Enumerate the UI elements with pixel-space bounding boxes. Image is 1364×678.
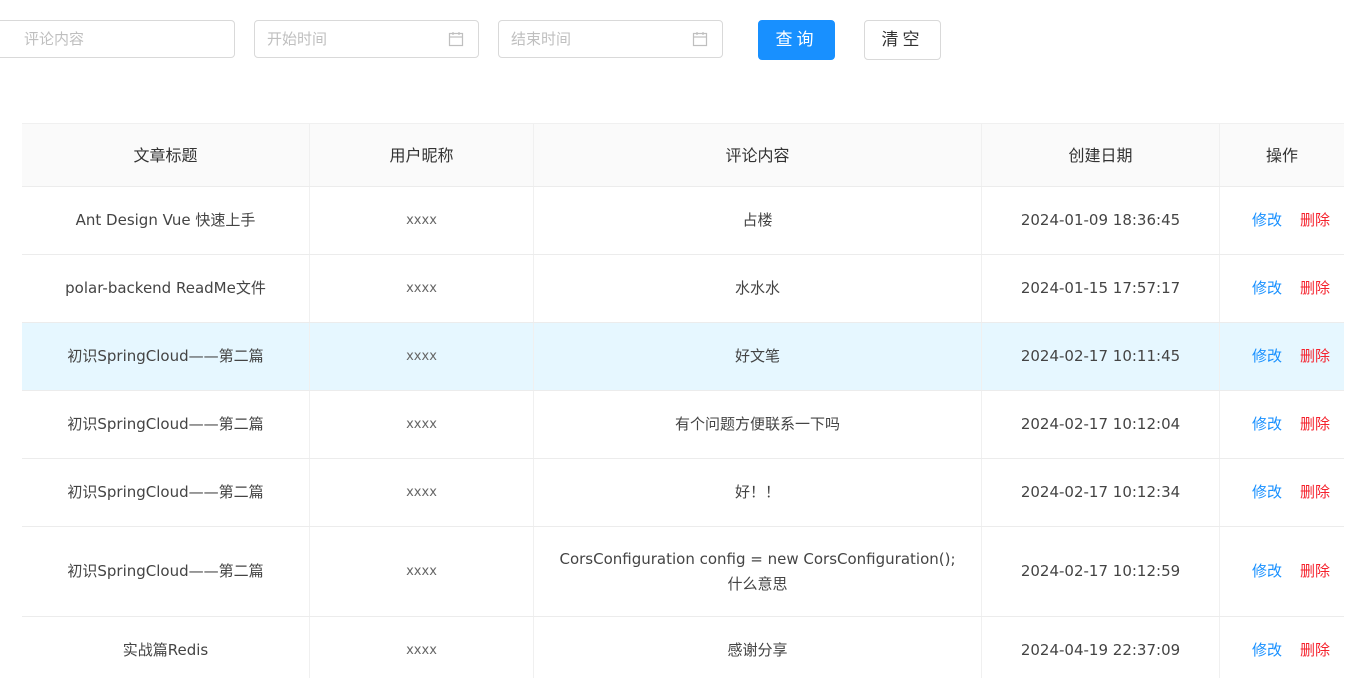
created-date-cell: 2024-02-17 10:12:59 [982,527,1220,616]
comment-management-page: 查询 清空 文章标题 用户昵称 评论内容 创建日期 操作 Ant Design … [0,0,1364,678]
start-time-input[interactable] [267,21,440,57]
actions-cell: 修改 删除 [1220,459,1344,526]
search-bar: 查询 清空 [0,20,1364,60]
created-date-cell: 2024-01-15 17:57:17 [982,255,1220,322]
edit-link[interactable]: 修改 [1252,276,1282,301]
nickname-cell: xxxx [310,617,534,678]
calendar-icon [692,32,708,47]
table-header: 文章标题 用户昵称 评论内容 创建日期 操作 [22,123,1344,187]
edit-link[interactable]: 修改 [1252,412,1282,437]
nickname-cell: xxxx [310,255,534,322]
table-row[interactable]: 初识SpringCloud——第二篇 xxxx 有个问题方便联系一下吗 2024… [22,391,1344,459]
article-title-cell: Ant Design Vue 快速上手 [22,187,310,254]
header-actions: 操作 [1265,145,1298,165]
edit-link[interactable]: 修改 [1252,638,1282,663]
nickname-cell: xxxx [310,527,534,616]
calendar-icon [448,32,464,47]
header-created-date: 创建日期 [982,124,1220,186]
article-title-cell: 实战篇Redis [22,617,310,678]
comment-cell: 好文笔 [534,323,982,390]
article-title-cell: 初识SpringCloud——第二篇 [22,391,310,458]
nickname-cell: xxxx [310,323,534,390]
actions-cell: 修改 删除 [1220,255,1344,322]
article-title-cell: 初识SpringCloud——第二篇 [22,459,310,526]
edit-link[interactable]: 修改 [1252,208,1282,233]
comment-line: CorsConfiguration config = new CorsConfi… [559,549,956,568]
article-title-cell: 初识SpringCloud——第二篇 [22,323,310,390]
start-time-picker[interactable] [254,20,479,58]
table-row[interactable]: 实战篇Redis xxxx 感谢分享 2024-04-19 22:37:09 修… [22,617,1344,678]
end-time-picker[interactable] [498,20,723,58]
created-date-cell: 2024-04-19 22:37:09 [982,617,1220,678]
delete-link[interactable]: 删除 [1300,344,1330,369]
created-date-cell: 2024-02-17 10:11:45 [982,323,1220,390]
edit-link[interactable]: 修改 [1252,344,1282,369]
article-title-cell: 初识SpringCloud——第二篇 [22,527,310,616]
delete-link[interactable]: 删除 [1300,559,1330,584]
end-time-input[interactable] [511,21,684,57]
comment-cell: 有个问题方便联系一下吗 [534,391,982,458]
comment-cell: 感谢分享 [534,617,982,678]
comments-table: 文章标题 用户昵称 评论内容 创建日期 操作 Ant Design Vue 快速… [22,123,1344,678]
delete-link[interactable]: 删除 [1300,208,1330,233]
delete-link[interactable]: 删除 [1300,412,1330,437]
header-comment-content: 评论内容 [534,124,982,186]
edit-link[interactable]: 修改 [1252,559,1282,584]
comment-cell: 水水水 [534,255,982,322]
comment-search-field[interactable] [0,20,235,58]
table-row-selected[interactable]: 初识SpringCloud——第二篇 xxxx 好文笔 2024-02-17 1… [22,323,1344,391]
comment-cell: 好！！ [534,459,982,526]
table-row[interactable]: 初识SpringCloud——第二篇 xxxx 好！！ 2024-02-17 1… [22,459,1344,527]
delete-link[interactable]: 删除 [1300,638,1330,663]
delete-link[interactable]: 删除 [1300,276,1330,301]
clear-button[interactable]: 清空 [864,20,941,60]
table-row[interactable]: Ant Design Vue 快速上手 xxxx 占楼 2024-01-09 1… [22,187,1344,255]
comment-line: 什么意思 [727,574,788,593]
created-date-cell: 2024-02-17 10:12:04 [982,391,1220,458]
comment-cell: CorsConfiguration config = new CorsConfi… [534,527,982,616]
comment-search-input[interactable] [24,21,217,57]
edit-link[interactable]: 修改 [1252,480,1282,505]
nickname-cell: xxxx [310,187,534,254]
actions-cell: 修改 删除 [1220,323,1344,390]
created-date-cell: 2024-02-17 10:12:34 [982,459,1220,526]
actions-cell: 修改 删除 [1220,391,1344,458]
comment-cell: 占楼 [534,187,982,254]
actions-cell: 修改 删除 [1220,187,1344,254]
table-row[interactable]: polar-backend ReadMe文件 xxxx 水水水 2024-01-… [22,255,1344,323]
nickname-cell: xxxx [310,459,534,526]
table-row[interactable]: 初识SpringCloud——第二篇 xxxx CorsConfiguratio… [22,527,1344,617]
nickname-cell: xxxx [310,391,534,458]
actions-cell: 修改 删除 [1220,527,1344,616]
header-user-nickname: 用户昵称 [310,124,534,186]
query-button[interactable]: 查询 [758,20,835,60]
article-title-cell: polar-backend ReadMe文件 [22,255,310,322]
created-date-cell: 2024-01-09 18:36:45 [982,187,1220,254]
delete-link[interactable]: 删除 [1300,480,1330,505]
header-article-title: 文章标题 [22,124,310,186]
actions-cell: 修改 删除 [1220,617,1344,678]
